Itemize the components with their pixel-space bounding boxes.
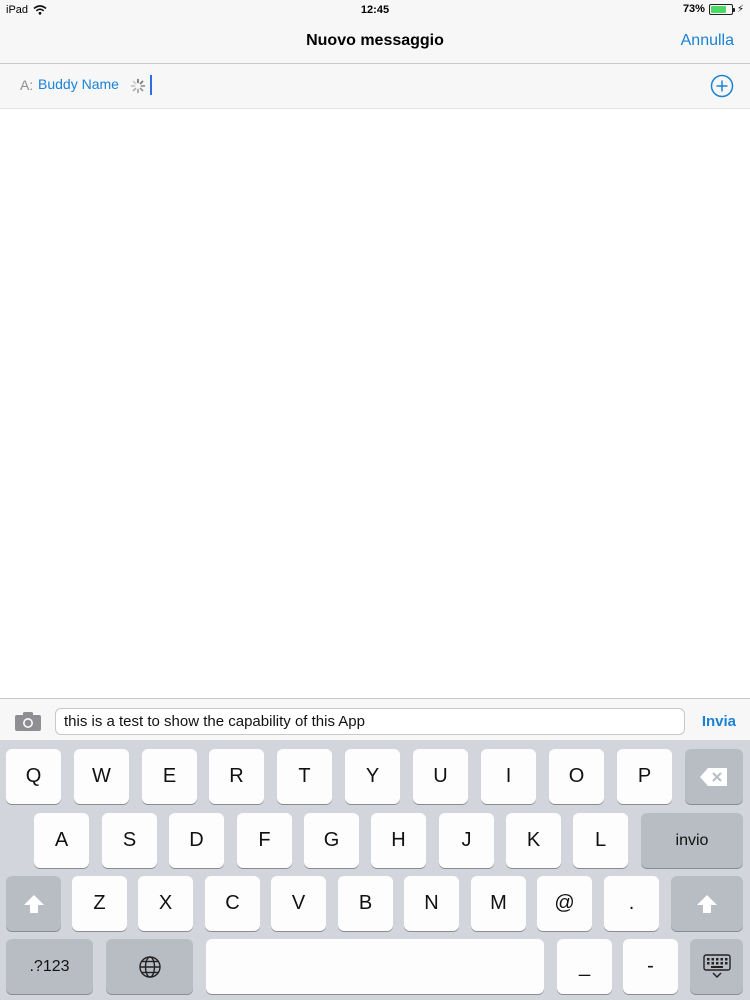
status-time: 12:45 — [360, 4, 390, 16]
key-n[interactable]: N — [404, 876, 459, 931]
key-d[interactable]: D — [169, 813, 224, 868]
key-x[interactable]: X — [138, 876, 193, 931]
key-w[interactable]: W — [74, 749, 129, 804]
key-s[interactable]: S — [102, 813, 157, 868]
numbers-key[interactable]: .?123 — [6, 939, 93, 994]
backspace-key[interactable] — [685, 749, 743, 804]
conversation-area — [0, 110, 750, 698]
compose-bar: this is a test to show the capability of… — [0, 698, 750, 744]
key-o[interactable]: O — [549, 749, 604, 804]
key-underscore[interactable]: _ — [557, 939, 612, 994]
message-input[interactable]: this is a test to show the capability of… — [55, 708, 685, 735]
keyboard-dismiss-icon — [702, 953, 731, 978]
battery-percent: 73% — [682, 3, 705, 15]
key-g[interactable]: G — [304, 813, 359, 868]
nav-bar: Nuovo messaggio Annulla — [0, 20, 750, 64]
key-y[interactable]: Y — [345, 749, 400, 804]
key-i[interactable]: I — [481, 749, 536, 804]
status-right: 73% ⚡ — [683, 3, 744, 15]
globe-icon — [138, 955, 161, 978]
dismiss-keyboard-key[interactable] — [690, 939, 743, 994]
send-button[interactable]: Invia — [702, 713, 736, 730]
key-j[interactable]: J — [439, 813, 494, 868]
return-key[interactable]: invio — [641, 813, 743, 868]
globe-key[interactable] — [106, 939, 193, 994]
shift-icon — [23, 894, 44, 913]
key-at[interactable]: @ — [537, 876, 592, 931]
key-z[interactable]: Z — [72, 876, 127, 931]
space-key[interactable] — [206, 939, 544, 994]
key-e[interactable]: E — [142, 749, 197, 804]
key-a[interactable]: A — [34, 813, 89, 868]
key-k[interactable]: K — [506, 813, 561, 868]
shift-key-left[interactable] — [6, 876, 61, 931]
key-h[interactable]: H — [371, 813, 426, 868]
shift-key-right[interactable] — [671, 876, 743, 931]
add-contact-icon[interactable] — [710, 74, 734, 98]
key-p[interactable]: P — [617, 749, 672, 804]
key-l[interactable]: L — [573, 813, 628, 868]
shift-icon — [697, 894, 717, 913]
camera-icon[interactable] — [14, 710, 42, 732]
keyboard: Q W E R T Y U I O P A S D F G H J K L in… — [0, 740, 750, 1000]
key-m[interactable]: M — [471, 876, 526, 931]
text-cursor — [150, 75, 152, 95]
battery-fill — [710, 5, 726, 13]
key-period[interactable]: . — [604, 876, 659, 931]
recipient-label: A: — [20, 77, 34, 93]
key-q[interactable]: Q — [6, 749, 61, 804]
key-b[interactable]: B — [338, 876, 393, 931]
cancel-button[interactable]: Annulla — [681, 32, 734, 50]
loading-spinner-icon — [130, 78, 146, 94]
battery-icon — [708, 3, 735, 15]
key-u[interactable]: U — [413, 749, 468, 804]
recipient-chip[interactable]: Buddy Name — [38, 76, 119, 92]
status-bar: iPad 12:45 73% ⚡ — [0, 0, 750, 20]
key-dash[interactable]: - — [623, 939, 678, 994]
key-c[interactable]: C — [205, 876, 260, 931]
key-v[interactable]: V — [271, 876, 326, 931]
key-r[interactable]: R — [209, 749, 264, 804]
backspace-icon — [700, 767, 727, 786]
key-t[interactable]: T — [277, 749, 332, 804]
charging-icon: ⚡ — [736, 3, 744, 15]
recipient-field[interactable]: A: Buddy Name — [0, 64, 750, 109]
page-title: Nuovo messaggio — [306, 32, 444, 49]
key-f[interactable]: F — [237, 813, 292, 868]
